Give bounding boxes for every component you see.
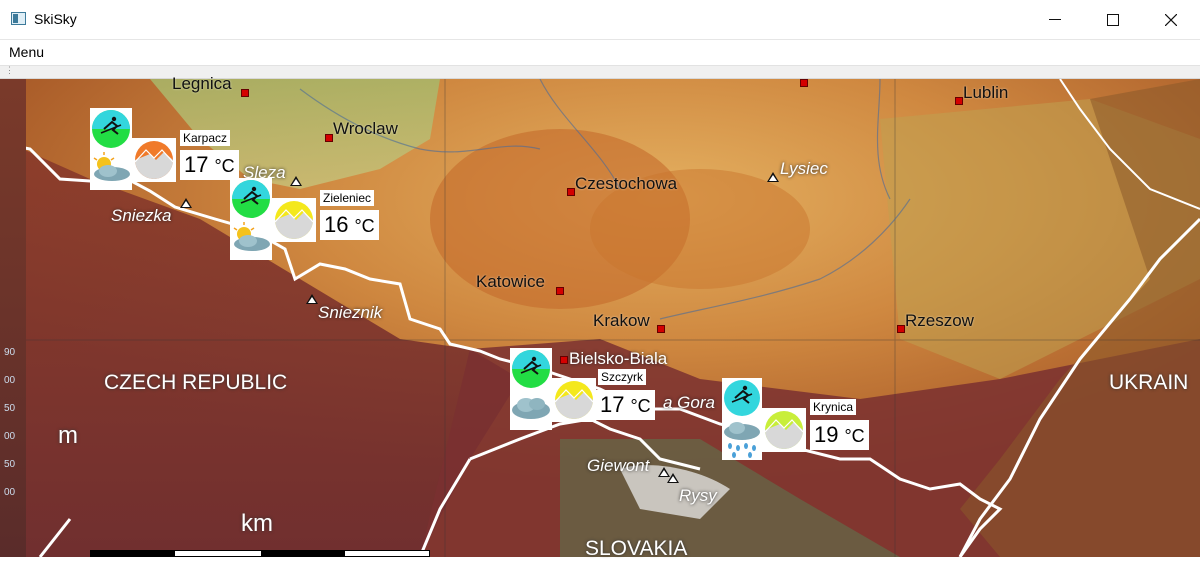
close-button[interactable] [1142,0,1200,40]
city-marker-rzeszow [897,325,905,333]
margin-ticks: 90 00 50 00 50 00 [4,347,16,498]
title-bar: SkiSky [0,0,1200,40]
mountain-icon [272,198,316,242]
map-scale-bar [90,550,430,557]
toolbar-grip-icon[interactable]: ⋮ [5,66,14,75]
peak-label-giewont: Giewont [587,456,650,475]
city-label-lublin: Lublin [963,83,1009,102]
menu-item-menu[interactable]: Menu [9,44,44,60]
margin-label: m [58,422,78,449]
scale-unit-label: km [241,510,273,537]
menu-bar: Menu [0,40,1200,65]
resort-icon-panel [510,348,552,430]
map-left-margin: 90 00 50 00 50 00 [0,79,26,557]
minimize-icon [1049,19,1061,20]
resort-name: Krynica [810,399,857,415]
skier-icon [512,350,550,388]
resort-icon-panel [90,108,132,190]
city-marker-krakow [657,325,665,333]
temperature-value: 19 [814,422,839,447]
city-marker-legnica [241,89,249,97]
peak-label-snieznik: Snieznik [318,303,383,322]
peak-label-rysy: Rysy [679,486,717,505]
country-label-ukraine: UKRAIN [1109,371,1189,394]
city-label-bielsko-biala: Bielsko-Biala [569,349,668,368]
peak-label-sniezka: Sniezka [111,206,172,225]
maximize-button[interactable] [1084,0,1142,40]
close-icon [1165,14,1177,26]
temperature-value: 16 [324,212,349,237]
sun-behind-cloud-icon [93,152,130,181]
resort-icon-panel [230,178,272,260]
app-window-icon [11,12,26,25]
resort-temperature: 16 °C [320,210,379,240]
resort-name: Szczyrk [598,369,646,385]
temperature-unit: °C [630,396,651,416]
city-marker-czestochowa [567,188,575,196]
peak-icon [767,172,779,182]
resort-temperature: 19 °C [810,420,869,450]
temperature-unit: °C [844,426,865,446]
mountain-icon [132,138,176,182]
skier-icon [92,110,130,148]
country-label-czech-republic: CZECH REPUBLIC [104,371,288,394]
city-label-katowice: Katowice [476,272,545,291]
resort-temperature: 17 °C [180,150,239,180]
skier-icon [232,180,270,218]
peak-icon [667,473,679,483]
map-label-partial: a Gora [663,393,715,412]
peak-icon [180,198,192,208]
sun-behind-cloud-icon [233,222,270,251]
temperature-value: 17 [600,392,625,417]
temperature-unit: °C [354,216,375,236]
rain-icon [724,422,760,458]
city-label-legnica: Legnica [172,74,232,93]
city-label-wroclaw: Wroclaw [333,119,398,138]
mountain-icon [552,378,596,422]
city-label-rzeszow: Rzeszow [905,311,974,330]
cloudy-icon [512,398,550,419]
skier-icon [724,380,760,416]
peak-icon [290,176,302,186]
maximize-icon [1107,14,1119,26]
mountain-icon [762,408,806,452]
city-label-czestochowa: Czestochowa [575,174,678,193]
window-title: SkiSky [34,11,77,27]
resort-temperature: 17 °C [596,390,655,420]
resort-name: Zieleniec [320,190,375,206]
city-marker-wroclaw [325,134,333,142]
city-marker-katowice [556,287,564,295]
temperature-unit: °C [214,156,235,176]
resort-icon-panel [722,378,762,460]
minimize-button[interactable] [1026,0,1084,40]
peak-icon [306,294,318,304]
country-label-slovakia: SLOVAKIA [585,537,688,560]
city-label-krakow: Krakow [593,311,650,330]
peak-label-lysiec: Lysiec [780,159,828,178]
city-marker-lublin [955,97,963,105]
city-marker-bielsko-biala [560,356,568,364]
city-marker-radom [800,79,808,87]
resort-name: Karpacz [180,130,231,146]
temperature-value: 17 [184,152,209,177]
